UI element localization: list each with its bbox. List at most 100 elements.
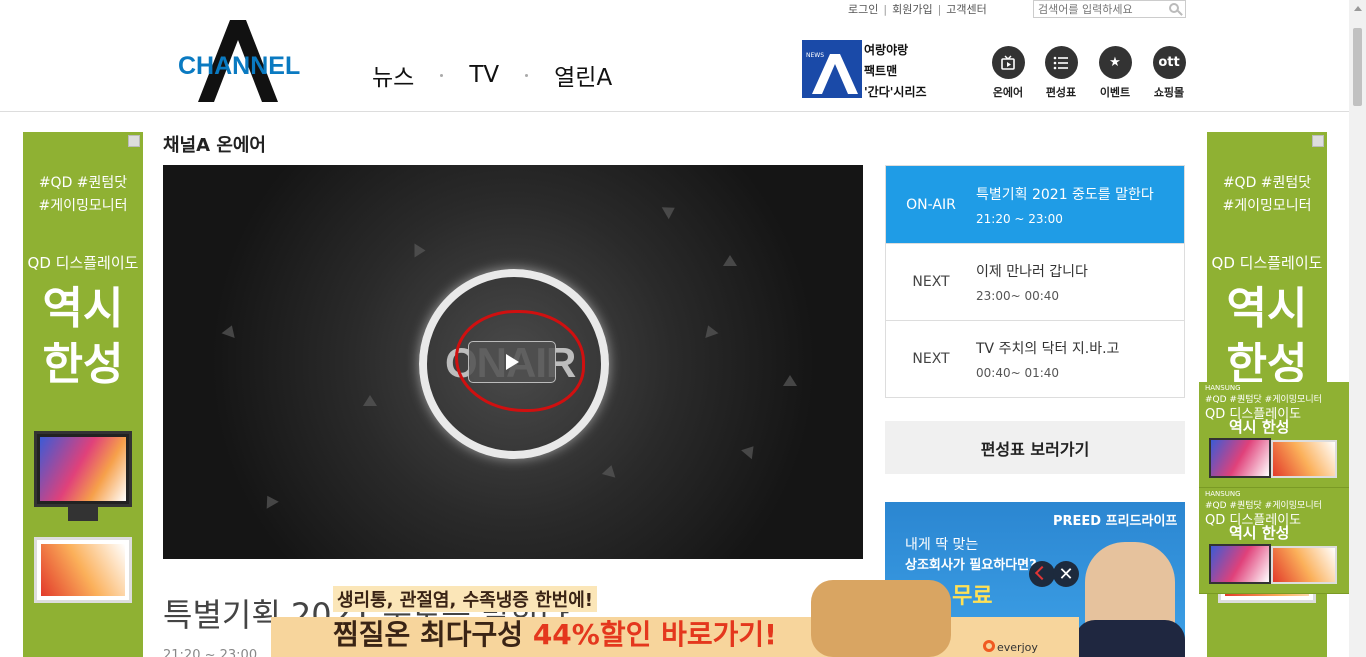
ad-brand: PREED 프리드라이프 [1053,514,1178,529]
nav-open-a[interactable]: 열린A [554,58,612,92]
promo-line: '간다'시리즈 [864,85,927,99]
page-scrollbar[interactable] [1349,0,1366,657]
ad-headline: 역시 한성 [1229,418,1290,436]
decor-shard [261,492,279,509]
logo-text: CHANNEL [178,52,301,80]
separator: | [883,2,888,16]
ad-text: 내게 딱 맞는 [905,537,979,553]
ad-brand: everjoy [997,641,1038,654]
page: 로그인 | 회원가입 | 고객센터 CHANNEL 뉴스 TV 열린A NEWS [0,0,1366,657]
monitor-image [34,537,132,603]
decor-shard [701,322,719,339]
banner-headline-line: 역시 [42,283,124,334]
banner-qd: QD 디스플레이도 [1211,254,1323,272]
site-header: 로그인 | 회원가입 | 고객센터 CHANNEL 뉴스 TV 열린A NEWS [0,0,1366,112]
schedule-time: 23:00~ 00:40 [976,289,1060,303]
banner-tag: #게이밍모니터 [38,198,128,214]
monitor-image [1271,546,1337,584]
search-input[interactable] [1034,2,1164,16]
schedule-title: TV 주치의 닥터 지.바.고 [976,341,1120,357]
bottom-overlay-ad[interactable]: 생리통, 관절염, 수족냉증 한번에! 찜질온 최다구성 44%할인 바로가기!… [271,580,1079,657]
decor-shard [414,243,426,258]
scrollbar-thumb[interactable] [1353,28,1362,106]
monitor-image [1209,438,1271,478]
banner-tag: #게이밍모니터 [1222,198,1312,214]
program-time: 21:20 ~ 23:00 [163,648,258,657]
quick-menu-onair[interactable]: 온에어 [988,46,1028,100]
nav-dot [525,73,529,77]
monitor-image [34,431,132,507]
schedule-list: ON-AIR 특별기획 2021 중도를 말한다 21:20 ~ 23:00 N… [885,165,1185,398]
banner-tag: #QD #퀀텀닷 [1222,175,1312,191]
quick-menu-event[interactable]: ★ 이벤트 [1095,46,1135,100]
nav-tv[interactable]: TV [469,62,499,88]
monitor-image [1209,544,1271,584]
promo-line: 팩트맨 [864,64,898,78]
search-icon[interactable] [1169,3,1179,13]
ad-person-image [1075,620,1185,657]
schedule-row-onair[interactable]: ON-AIR 특별기획 2021 중도를 말한다 21:20 ~ 23:00 [886,166,1184,243]
main-nav: 뉴스 TV 열린A [372,58,612,92]
ott-icon: ott [1152,46,1186,79]
schedule-status: ON-AIR [906,196,956,213]
decor-shard [661,201,679,220]
schedule-row-next[interactable]: NEXT TV 주치의 닥터 지.바.고 00:40~ 01:40 [886,320,1184,397]
star-icon: ★ [1098,46,1132,79]
banner-headline-line: 역시 [1226,283,1308,334]
everjoy-logo-icon [983,640,995,652]
channel-a-logo[interactable]: CHANNEL [176,20,300,102]
decor-shard [741,441,759,460]
video-player[interactable]: ONAIR [163,165,863,559]
ad-choices-icon[interactable] [1029,561,1055,587]
monitor-image [1271,440,1337,478]
left-side-banner[interactable]: #QD #퀀텀닷 #게이밍모니터 QD 디스플레이도 역시 한성 [23,132,143,657]
schedule-time: 00:40~ 01:40 [976,366,1060,380]
banner-tags: #QD #퀀텀닷 #게이밍모니터 [23,172,143,218]
quick-menu-label: 이벤트 [1099,86,1131,99]
ad-text: 생리통, 관절염, 수족냉증 한번에! [333,586,597,612]
news-promo-logo[interactable]: NEWS [802,40,862,98]
ad-brand: HANSUNG [1205,384,1241,392]
banner-headline-line: 한성 [42,339,124,390]
nav-dot [440,73,444,77]
decor-shard [783,375,797,386]
monitor-stand [68,507,98,521]
ad-text: 찜질온 최다구성 44%할인 바로가기! [333,613,777,653]
ad-info-icon[interactable] [128,135,140,147]
nav-news[interactable]: 뉴스 [372,58,414,92]
ad-brand: HANSUNG [1205,490,1241,498]
ad-headline: 역시 한성 [1229,524,1290,542]
close-ad-button[interactable]: ✕ [1053,561,1079,587]
heat-pad-image [811,580,951,657]
letter-a-icon [812,54,858,94]
schedule-title: 특별기획 2021 중도를 말한다 [976,186,1154,203]
quick-menu-label: 편성표 [1045,86,1077,99]
schedule-row-next[interactable]: NEXT 이제 만나러 갑니다 23:00~ 00:40 [886,243,1184,320]
login-link[interactable]: 로그인 [848,1,878,17]
banner-tags: #QD #퀀텀닷 #게이밍모니터 [1207,172,1327,218]
news-promo-text[interactable]: 여랑야랑 팩트맨 '간다'시리즈 [864,40,927,103]
quick-menu-schedule[interactable]: 편성표 [1041,46,1081,100]
view-schedule-button[interactable]: 편성표 보러가기 [885,421,1185,474]
signup-link[interactable]: 회원가입 [892,1,932,17]
floating-ad-panel: HANSUNG #QD #퀀텀닷 #게이밍모니터 QD 디스플레이도 역시 한성 [1199,382,1349,488]
decor-shard [601,463,619,478]
quick-menu-shop[interactable]: ott 쇼핑몰 [1149,46,1189,100]
scroll-up-icon[interactable] [1354,6,1362,11]
customer-center-link[interactable]: 고객센터 [946,1,986,17]
utility-links: 로그인 | 회원가입 | 고객센터 [848,0,987,18]
search-box [1033,0,1186,18]
list-icon [1044,46,1078,79]
separator: | [937,2,942,16]
ad-text-prefix: 찜질온 최다구성 [333,618,533,651]
section-title: 채널A 온에어 [163,135,266,156]
decor-shard [221,322,239,339]
ad-info-icon[interactable] [1312,135,1324,147]
floating-ad[interactable]: HANSUNG #QD #퀀텀닷 #게이밍모니터 QD 디스플레이도 역시 한성… [1199,382,1349,594]
ad-text: 상조회사가 필요하다면? [905,558,1037,573]
quick-menu-label: 쇼핑몰 [1153,86,1185,99]
play-button[interactable] [468,341,556,383]
banner-tag: #QD #퀀텀닷 [38,175,128,191]
decor-shard [723,255,737,266]
banner-headline: 역시 한성 [1207,281,1327,393]
